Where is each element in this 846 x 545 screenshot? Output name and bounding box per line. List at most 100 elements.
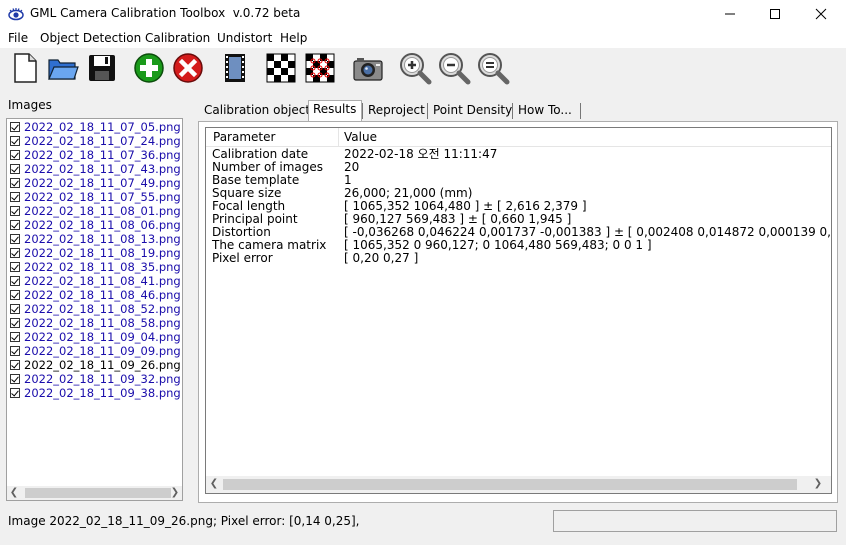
list-item[interactable]: 2022_02_18_11_08_13.png — [10, 232, 181, 246]
image-checkbox[interactable] — [10, 318, 20, 328]
zoom-in-button[interactable] — [397, 50, 433, 86]
list-item[interactable]: 2022_02_18_11_09_32.png — [10, 372, 181, 386]
image-filename[interactable]: 2022_02_18_11_08_58.png — [24, 316, 181, 330]
zoom-out-button[interactable] — [436, 50, 472, 86]
image-filename[interactable]: 2022_02_18_11_08_41.png — [24, 274, 181, 288]
menu-file[interactable]: File — [8, 31, 28, 45]
image-checkbox[interactable] — [10, 122, 20, 132]
image-checkbox[interactable] — [10, 290, 20, 300]
image-checkbox[interactable] — [10, 374, 20, 384]
tab-calibration-object[interactable]: Calibration object — [200, 102, 310, 120]
results-list[interactable]: Parameter Value Calibration date 2022-02-… — [205, 127, 832, 494]
list-item[interactable]: 2022_02_18_11_08_06.png — [10, 218, 181, 232]
image-checkbox[interactable] — [10, 304, 20, 314]
scrollbar-thumb[interactable] — [223, 479, 797, 490]
list-item[interactable]: 2022_02_18_11_08_35.png — [10, 260, 181, 274]
menu-calibration[interactable]: Calibration — [145, 31, 210, 45]
image-checkbox[interactable] — [10, 150, 20, 160]
image-filename[interactable]: 2022_02_18_11_08_19.png — [24, 246, 181, 260]
image-filename[interactable]: 2022_02_18_11_07_55.png — [24, 190, 181, 204]
image-filename[interactable]: 2022_02_18_11_08_35.png — [24, 260, 181, 274]
list-item[interactable]: 2022_02_18_11_08_41.png — [10, 274, 181, 288]
image-filename[interactable]: 2022_02_18_11_07_05.png — [24, 120, 181, 134]
image-filename[interactable]: 2022_02_18_11_08_46.png — [24, 288, 181, 302]
image-checkbox[interactable] — [10, 248, 20, 258]
menu-help[interactable]: Help — [280, 31, 307, 45]
video-button[interactable] — [217, 50, 253, 86]
image-filename[interactable]: 2022_02_18_11_07_24.png — [24, 134, 181, 148]
table-row[interactable]: Number of images 20 — [206, 161, 831, 174]
scrollbar-thumb[interactable] — [25, 488, 171, 498]
list-item[interactable]: 2022_02_18_11_08_58.png — [10, 316, 181, 330]
list-item[interactable]: 2022_02_18_11_08_19.png — [10, 246, 181, 260]
image-filename[interactable]: 2022_02_18_11_09_32.png — [24, 372, 181, 386]
detect-checkerboard-button[interactable] — [302, 50, 338, 86]
image-checkbox[interactable] — [10, 192, 20, 202]
list-item[interactable]: 2022_02_18_11_07_36.png — [10, 148, 181, 162]
image-filename[interactable]: 2022_02_18_11_08_06.png — [24, 218, 181, 232]
image-filename[interactable]: 2022_02_18_11_07_43.png — [24, 162, 181, 176]
image-checkbox[interactable] — [10, 206, 20, 216]
add-image-button[interactable] — [131, 50, 167, 86]
list-item[interactable]: 2022_02_18_11_09_09.png — [10, 344, 181, 358]
tab-point-density[interactable]: Point Density — [429, 102, 512, 120]
table-row[interactable]: The camera matrix[ 1065,352 0 960,127; 0… — [206, 239, 831, 252]
image-filename[interactable]: 2022_02_18_11_08_52.png — [24, 302, 181, 316]
list-item[interactable]: 2022_02_18_11_07_49.png — [10, 176, 181, 190]
image-filename[interactable]: 2022_02_18_11_08_01.png — [24, 204, 181, 218]
image-filename[interactable]: 2022_02_18_11_09_38.png — [24, 386, 181, 400]
tab-results[interactable]: Results — [308, 100, 362, 122]
results-horizontal-scrollbar[interactable]: ❮ ❯ — [206, 476, 831, 493]
list-item[interactable]: 2022_02_18_11_09_04.png — [10, 330, 181, 344]
minimize-button[interactable] — [707, 0, 753, 28]
image-checkbox[interactable] — [10, 136, 20, 146]
images-list[interactable]: 2022_02_18_11_07_05.png 2022_02_18_11_07_… — [6, 118, 183, 501]
scroll-left-arrow-icon[interactable]: ❮ — [207, 477, 221, 491]
scroll-right-arrow-icon[interactable]: ❯ — [168, 486, 182, 500]
image-checkbox[interactable] — [10, 164, 20, 174]
image-filename[interactable]: 2022_02_18_11_07_49.png — [24, 176, 181, 190]
list-item[interactable]: 2022_02_18_11_07_43.png — [10, 162, 181, 176]
image-checkbox[interactable] — [10, 234, 20, 244]
scroll-right-arrow-icon[interactable]: ❯ — [811, 477, 825, 491]
image-checkbox[interactable] — [10, 276, 20, 286]
list-item[interactable]: 2022_02_18_11_08_01.png — [10, 204, 181, 218]
image-checkbox[interactable] — [10, 332, 20, 342]
zoom-fit-button[interactable] — [475, 50, 511, 86]
tab-reproject[interactable]: Reproject — [364, 102, 426, 120]
result-value: 2022-02-18 오전 11:11:47 — [344, 147, 498, 161]
menu-undistort[interactable]: Undistort — [217, 31, 272, 45]
table-row[interactable]: Base template 1 — [206, 174, 831, 187]
menu-object-detection[interactable]: Object Detection — [40, 31, 141, 45]
list-item[interactable]: 2022_02_18_11_09_38.png — [10, 386, 181, 400]
open-button[interactable] — [45, 50, 81, 86]
image-filename[interactable]: 2022_02_18_11_09_09.png — [24, 344, 181, 358]
image-checkbox[interactable] — [10, 220, 20, 230]
list-item[interactable]: 2022_02_18_11_08_46.png — [10, 288, 181, 302]
close-button[interactable] — [798, 0, 844, 28]
image-checkbox[interactable] — [10, 360, 20, 370]
maximize-button[interactable] — [752, 0, 798, 28]
list-item[interactable]: 2022_02_18_11_07_55.png — [10, 190, 181, 204]
image-checkbox[interactable] — [10, 262, 20, 272]
tab-how-to[interactable]: How To... — [514, 102, 582, 120]
image-filename[interactable]: 2022_02_18_11_07_36.png — [24, 148, 181, 162]
checkerboard-button[interactable] — [263, 50, 299, 86]
save-button[interactable] — [84, 50, 120, 86]
remove-image-button[interactable] — [170, 50, 206, 86]
images-horizontal-scrollbar[interactable]: ❮ ❯ — [7, 486, 182, 500]
image-filename[interactable]: 2022_02_18_11_08_13.png — [24, 232, 181, 246]
list-item[interactable]: 2022_02_18_11_08_52.png — [10, 302, 181, 316]
image-filename[interactable]: 2022_02_18_11_09_04.png — [24, 330, 181, 344]
list-item[interactable]: 2022_02_18_11_09_26.png — [10, 358, 181, 372]
scroll-left-arrow-icon[interactable]: ❮ — [7, 486, 21, 500]
image-filename[interactable]: 2022_02_18_11_09_26.png — [24, 358, 181, 372]
list-item[interactable]: 2022_02_18_11_07_24.png — [10, 134, 181, 148]
camera-button[interactable] — [350, 50, 386, 86]
new-button[interactable] — [7, 50, 43, 86]
list-item[interactable]: 2022_02_18_11_07_05.png — [10, 120, 181, 134]
image-checkbox[interactable] — [10, 388, 20, 398]
table-row[interactable]: Pixel error [ 0,20 0,27 ] — [206, 252, 831, 265]
image-checkbox[interactable] — [10, 346, 20, 356]
image-checkbox[interactable] — [10, 178, 20, 188]
